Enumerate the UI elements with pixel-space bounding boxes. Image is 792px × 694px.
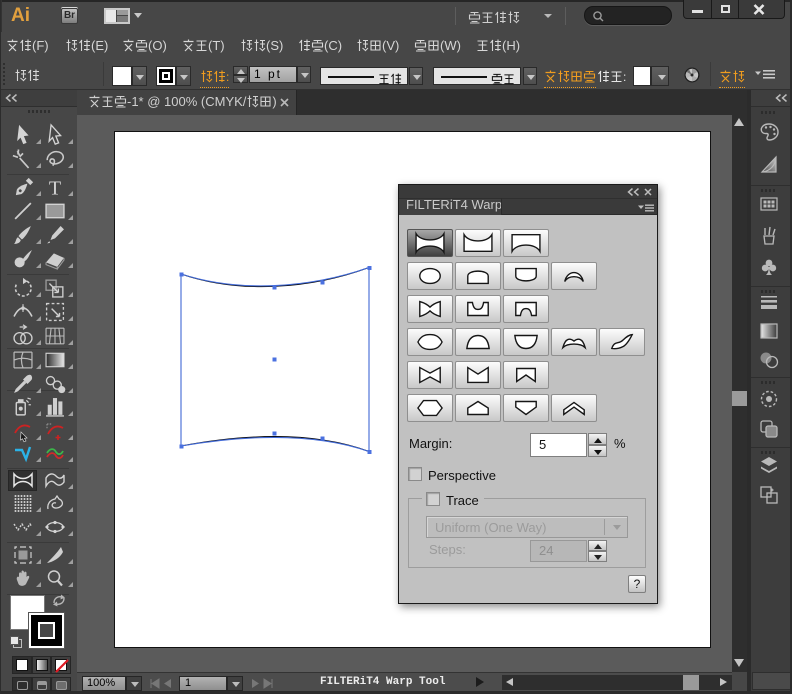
- svg-text:T: T: [49, 178, 61, 200]
